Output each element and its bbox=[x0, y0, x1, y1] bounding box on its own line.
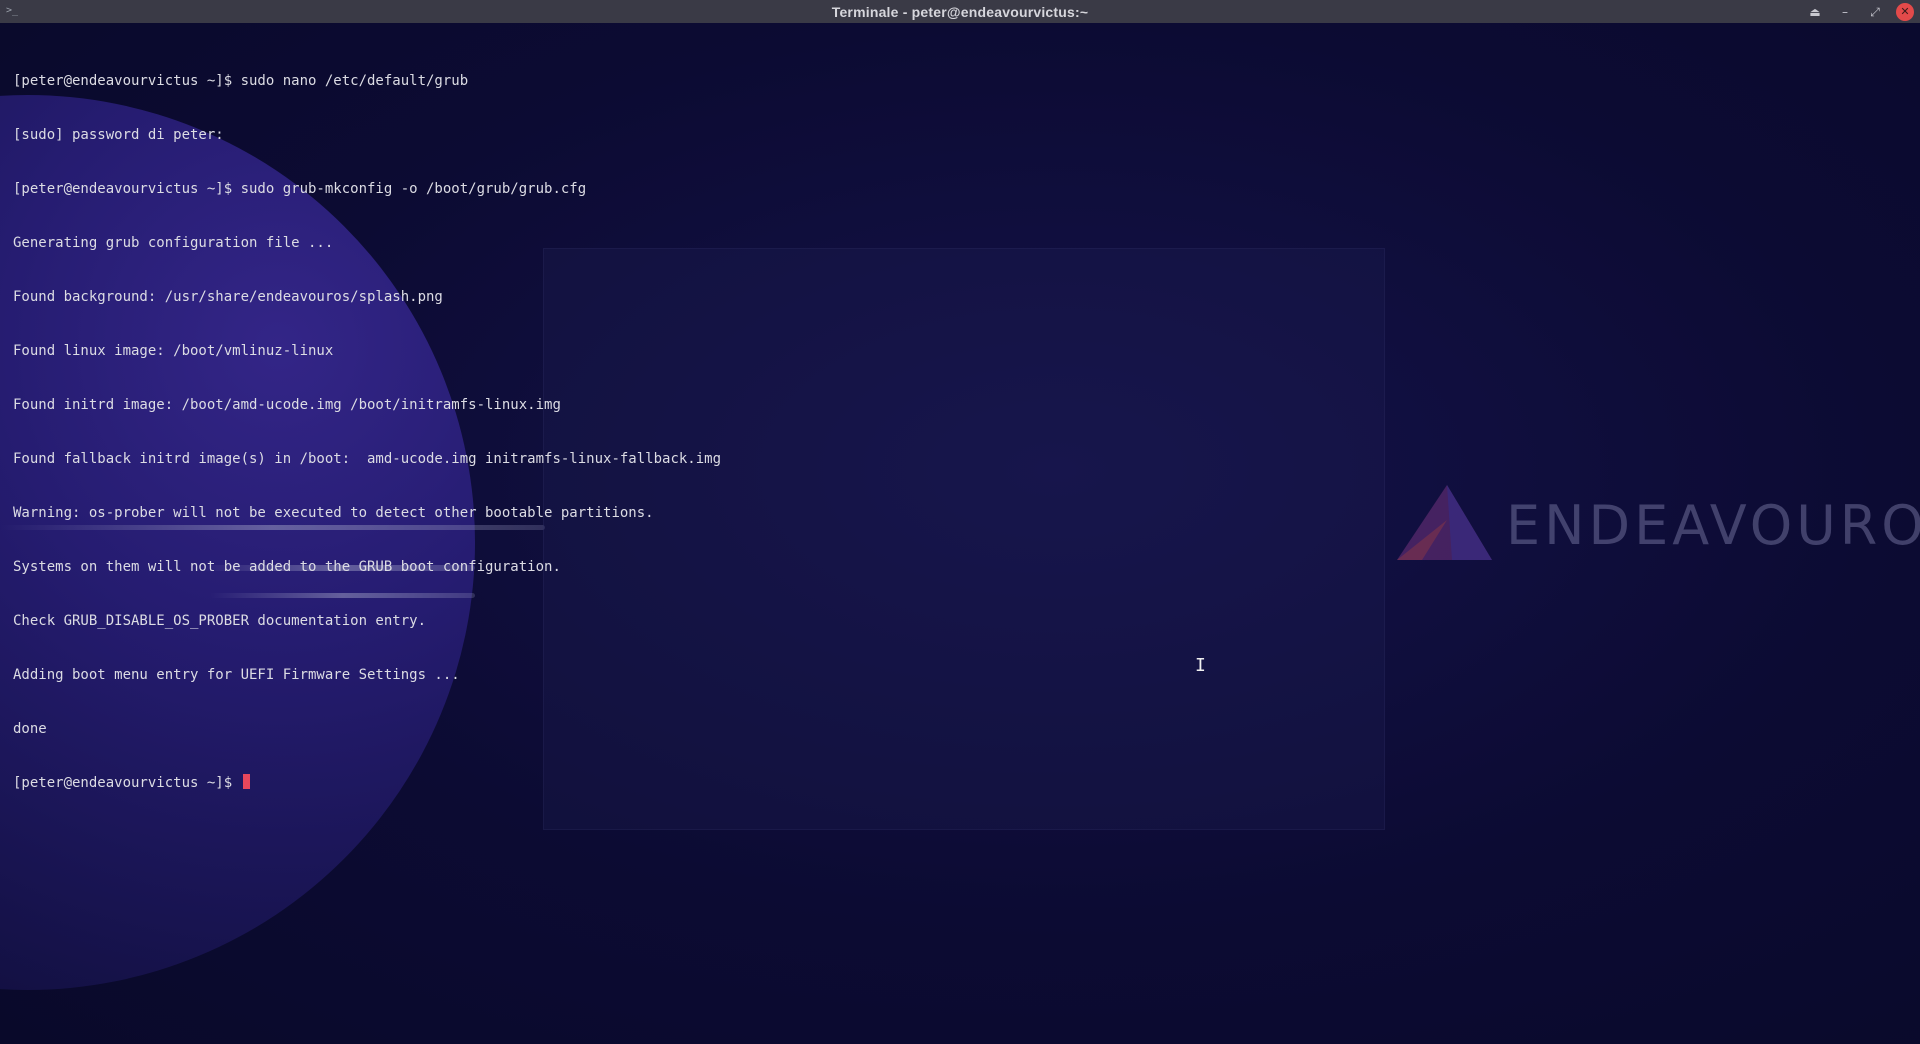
terminal-icon[interactable]: >_ bbox=[6, 4, 20, 18]
terminal-line: [peter@endeavourvictus ~]$ sudo nano /et… bbox=[13, 73, 469, 89]
terminal-line: Found background: /usr/share/endeavouros… bbox=[13, 289, 443, 305]
terminal-line: Found linux image: /boot/vmlinuz-linux bbox=[13, 343, 334, 359]
terminal-prompt: [peter@endeavourvictus ~]$ bbox=[13, 775, 241, 791]
close-icon[interactable]: ✕ bbox=[1896, 2, 1914, 21]
terminal-line: Warning: os-prober will not be executed … bbox=[13, 505, 654, 521]
terminal-line: Found initrd image: /boot/amd-ucode.img … bbox=[13, 397, 561, 413]
terminal-line: done bbox=[13, 721, 47, 737]
window-controls: ⏏ – ⤢ ✕ bbox=[1806, 2, 1914, 21]
terminal-prompt-line[interactable]: [peter@endeavourvictus ~]$ bbox=[13, 774, 1893, 792]
window-title: Terminale - peter@endeavourvictus:~ bbox=[831, 3, 1089, 20]
terminal-line: Generating grub configuration file ... bbox=[13, 235, 334, 251]
terminal-line: Adding boot menu entry for UEFI Firmware… bbox=[13, 667, 460, 683]
minimize-icon[interactable]: – bbox=[1836, 3, 1854, 21]
maximize-icon[interactable]: ⤢ bbox=[1866, 3, 1884, 21]
terminal-line: Check GRUB_DISABLE_OS_PROBER documentati… bbox=[13, 613, 427, 629]
terminal-output[interactable]: [peter@endeavourvictus ~]$ sudo nano /et… bbox=[13, 36, 1893, 828]
terminal-line: [sudo] password di peter: bbox=[13, 127, 224, 143]
ibeam-cursor-icon: I bbox=[1195, 655, 1206, 676]
terminal-line: Found fallback initrd image(s) in /boot:… bbox=[13, 451, 722, 467]
terminal-line: [peter@endeavourvictus ~]$ sudo grub-mkc… bbox=[13, 181, 587, 197]
desktop: ENDEAVOUROS >_ Terminale - peter@endeavo… bbox=[0, 0, 1920, 1044]
terminal-line: Systems on them will not be added to the… bbox=[13, 559, 561, 575]
window-titlebar[interactable]: >_ Terminale - peter@endeavourvictus:~ ⏏… bbox=[0, 0, 1920, 23]
eject-icon[interactable]: ⏏ bbox=[1806, 3, 1824, 21]
text-cursor bbox=[242, 774, 250, 789]
